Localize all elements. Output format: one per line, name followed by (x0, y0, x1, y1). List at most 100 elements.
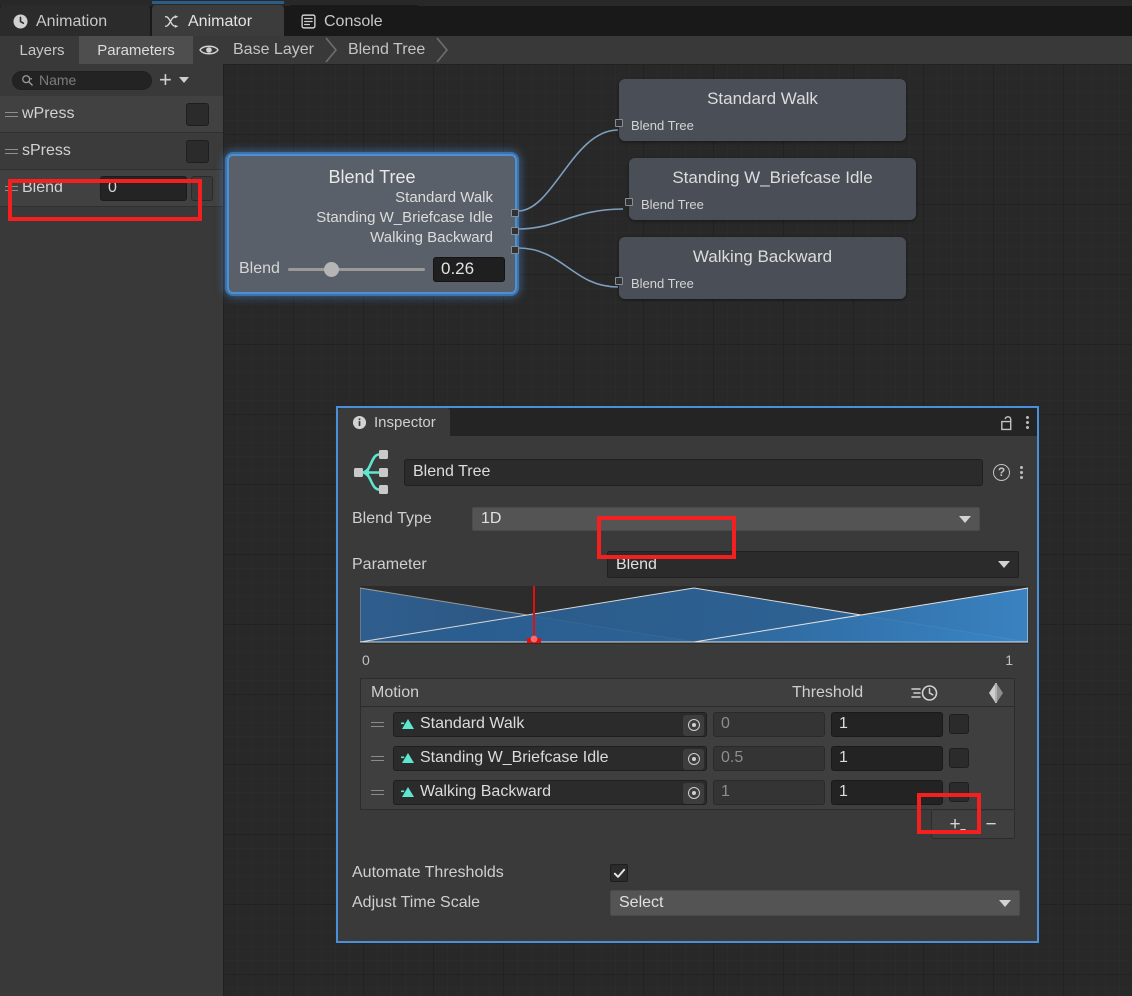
lock-open-icon[interactable] (999, 414, 1014, 431)
remove-motion-button[interactable]: − (974, 814, 1008, 836)
add-remove-motion-row: + − (360, 810, 1015, 840)
clock-icon (13, 14, 28, 29)
parameter-bool-wpress[interactable] (186, 102, 209, 126)
threshold-field-2[interactable]: 1 (713, 779, 825, 805)
inspector-kebab-menu-icon[interactable] (1026, 415, 1029, 429)
root-blend-value[interactable]: 0.26 (433, 256, 505, 282)
adjust-time-scale-label: Adjust Time Scale (352, 894, 481, 911)
tab-layers-label: Layers (19, 41, 65, 59)
asset-name-input[interactable]: Blend Tree (404, 458, 983, 486)
object-picker-1[interactable] (683, 748, 704, 770)
asset-name-value: Blend Tree (413, 463, 491, 480)
table-row[interactable]: Walking Backward 1 1 (361, 775, 1014, 809)
parameter-name-spress: sPress (22, 142, 71, 159)
blend-weight-graph[interactable]: 0 1 (359, 586, 1029, 668)
asset-kebab-menu-icon[interactable] (1020, 465, 1023, 479)
parameter-label: Parameter (352, 555, 427, 573)
graph-node-standing-briefcase-idle[interactable]: Standing W_Briefcase Idle Blend Tree (625, 158, 916, 220)
node-port-standing-briefcase-idle[interactable] (625, 198, 633, 206)
root-child-label-1: Standing W_Briefcase Idle (316, 209, 493, 226)
tab-parameters[interactable]: Parameters (79, 36, 193, 64)
breadcrumb-base-layer[interactable]: Base Layer (223, 41, 324, 59)
motion-name-2: Walking Backward (420, 783, 552, 800)
root-blend-slider[interactable] (287, 260, 425, 278)
add-motion-button[interactable]: + (938, 814, 972, 836)
search-input[interactable]: Name (12, 70, 152, 90)
row-drag-handle-icon[interactable] (367, 721, 387, 727)
object-picker-2[interactable] (683, 782, 704, 804)
mirror-checkbox-2[interactable] (949, 782, 969, 802)
drag-handle-icon-2[interactable] (0, 148, 22, 154)
graph-node-blend-tree-root[interactable]: Blend Tree Standard Walk Standing W_Brie… (227, 154, 519, 294)
animation-clip-icon-3 (401, 787, 414, 797)
animator-icon (164, 15, 179, 28)
root-child-label-0: Standard Walk (395, 189, 493, 206)
root-node-title: Blend Tree (328, 167, 416, 187)
motion-field-2[interactable]: Walking Backward (393, 779, 707, 805)
inspector-tools (999, 408, 1029, 436)
table-row[interactable]: Standard Walk 0 1 (361, 707, 1014, 741)
motion-field-1[interactable]: Standing W_Briefcase Idle (393, 745, 707, 771)
tab-inspector[interactable]: Inspector (338, 408, 450, 436)
mirror-checkbox-1[interactable] (949, 748, 969, 768)
chevron-down-icon[interactable] (178, 77, 189, 83)
node-title-walking-backward: Walking Backward (692, 247, 833, 266)
parameter-bool-spress[interactable] (186, 139, 209, 163)
blend-type-dropdown[interactable]: 1D (472, 507, 980, 531)
speed-field-2[interactable]: 1 (831, 779, 943, 805)
speed-field-0[interactable]: 1 (831, 711, 943, 737)
parameter-dropdown-value: Blend (616, 555, 657, 573)
parameter-dropdown[interactable]: Blend (607, 551, 1019, 578)
speed-field-1[interactable]: 1 (831, 745, 943, 771)
parameter-row: Parameter Blend (352, 551, 1023, 578)
help-icon[interactable]: ? (993, 463, 1010, 481)
breadcrumb-blend-tree[interactable]: Blend Tree (338, 41, 435, 59)
animation-clip-icon (401, 719, 414, 729)
unity-animator-window: Animation Animator Console Layers Parame… (0, 0, 1132, 996)
root-blend-label: Blend (239, 260, 280, 277)
root-port-1[interactable] (511, 227, 519, 235)
root-port-0[interactable] (511, 209, 519, 217)
tab-animator[interactable]: Animator (152, 1, 284, 38)
threshold-field-1[interactable]: 0.5 (713, 745, 825, 771)
drag-handle-icon-3[interactable] (0, 185, 22, 191)
node-port-walking-backward[interactable] (615, 277, 623, 285)
object-picker-0[interactable] (683, 714, 704, 736)
parameter-value-blend[interactable]: 0 (100, 175, 187, 201)
node-port-standard-walk[interactable] (615, 119, 623, 127)
root-blend-slider-row: Blend 0.26 (229, 256, 515, 282)
graph-node-walking-backward[interactable]: Walking Backward Blend Tree (615, 237, 906, 299)
tab-animation[interactable]: Animation (0, 5, 150, 38)
axis-min-label: 0 (362, 652, 370, 668)
slider-knob[interactable] (323, 262, 339, 277)
search-icon (22, 74, 33, 86)
motion-field-0[interactable]: Standard Walk (393, 711, 707, 737)
mirror-checkbox-0[interactable] (949, 714, 969, 734)
parameter-row-wpress[interactable]: wPress (0, 96, 223, 133)
table-row[interactable]: Standing W_Briefcase Idle 0.5 1 (361, 741, 1014, 775)
tab-layers[interactable]: Layers (7, 36, 77, 64)
remove-motion-label: − (985, 813, 997, 835)
graph-node-standard-walk[interactable]: Standard Walk Blend Tree (615, 79, 906, 141)
motion-table-header: Motion Threshold (361, 679, 1014, 707)
parameter-row-spress[interactable]: sPress (0, 133, 223, 170)
blend-type-label: Blend Type (352, 510, 432, 527)
row-drag-handle-icon-2[interactable] (367, 755, 387, 761)
parameter-row-blend[interactable]: Blend 0 (0, 170, 223, 207)
threshold-field-0[interactable]: 0 (713, 711, 825, 737)
parameter-value-blend-spinner[interactable] (191, 175, 213, 201)
eye-toggle-button[interactable] (195, 36, 223, 64)
speed-icon[interactable] (911, 684, 939, 702)
root-port-2[interactable] (511, 246, 519, 254)
animation-clip-icon-2 (401, 753, 414, 763)
slider-track (287, 268, 425, 271)
mirror-icon[interactable] (985, 682, 1007, 703)
adjust-time-scale-dropdown[interactable]: Select (610, 890, 1020, 916)
inspector-panel: Inspector Blend Tree ? Blend Type 1D Par… (336, 406, 1039, 943)
chevron-right-icon-2 (436, 37, 449, 63)
row-drag-handle-icon-3[interactable] (367, 789, 387, 795)
add-parameter-button[interactable]: + (159, 69, 172, 91)
automate-thresholds-checkbox[interactable] (610, 864, 628, 882)
tab-console[interactable]: Console (288, 5, 420, 38)
drag-handle-icon[interactable] (0, 111, 22, 117)
